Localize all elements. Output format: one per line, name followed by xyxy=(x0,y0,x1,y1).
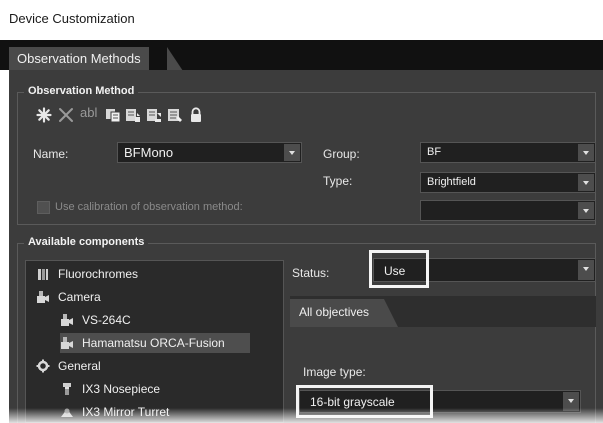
camera-icon xyxy=(61,337,73,349)
type-label: Type: xyxy=(323,174,353,188)
properties-icon[interactable] xyxy=(167,107,183,123)
components-tree[interactable]: Fluorochromes Camera VS-264C Hamamatsu O… xyxy=(25,260,284,423)
tree-item-ix3-nosepiece[interactable]: IX3 Nosepiece xyxy=(60,379,275,399)
copy-icon[interactable] xyxy=(105,107,121,123)
tree-item-label: Hamamatsu ORCA-Fusion xyxy=(82,336,225,350)
name-combo[interactable]: BFMono xyxy=(117,142,302,163)
observation-method-title: Observation Method xyxy=(24,85,139,97)
tree-item-fluorochromes[interactable]: Fluorochromes xyxy=(36,264,276,284)
type-dropdown-arrow[interactable] xyxy=(578,174,594,191)
tree-item-general[interactable]: General xyxy=(36,356,276,376)
camera-icon xyxy=(37,291,49,303)
status-label: Status: xyxy=(292,266,330,280)
calibration-label: Use calibration of observation method: xyxy=(55,201,243,213)
status-highlight-box xyxy=(369,250,429,288)
calibration-combo[interactable] xyxy=(420,200,596,221)
fluorochromes-icon xyxy=(38,269,48,280)
tab-observation-methods[interactable]: Observation Methods xyxy=(9,47,149,71)
mirror-turret-icon xyxy=(61,408,73,417)
tree-item-label: General xyxy=(58,359,101,373)
name-value: BFMono xyxy=(124,145,174,160)
available-components-title: Available components xyxy=(24,236,149,248)
type-combo[interactable]: Brightfield xyxy=(420,172,596,193)
group-dropdown-arrow[interactable] xyxy=(578,144,594,161)
tree-item-vs-264c[interactable]: VS-264C xyxy=(60,310,275,330)
general-icon xyxy=(36,359,50,373)
nosepiece-icon xyxy=(63,383,71,395)
group-label: Group: xyxy=(323,147,360,161)
tree-item-label: Fluorochromes xyxy=(58,267,139,281)
name-dropdown-arrow[interactable] xyxy=(284,144,300,161)
tab-all-objectives-tail xyxy=(384,299,398,327)
tree-item-label: VS-264C xyxy=(82,313,131,327)
rename-abl-icon[interactable]: abl xyxy=(80,105,102,121)
image-type-label: Image type: xyxy=(303,365,366,379)
window-title: Device Customization xyxy=(9,11,135,26)
delete-x-icon[interactable] xyxy=(58,107,74,123)
import-icon[interactable] xyxy=(125,107,141,123)
tree-item-label: IX3 Nosepiece xyxy=(82,382,161,396)
group-value: BF xyxy=(427,146,442,158)
tree-item-label: IX3 Mirror Turret xyxy=(82,405,170,419)
title-bar: Device Customization xyxy=(0,0,603,40)
lock-icon[interactable] xyxy=(188,107,204,123)
tab-observation-methods-tail xyxy=(167,47,183,71)
calibration-checkbox[interactable] xyxy=(37,201,50,214)
group-combo[interactable]: BF xyxy=(420,142,596,163)
type-value: Brightfield xyxy=(427,176,476,188)
tree-item-label: Camera xyxy=(58,290,101,304)
tree-item-hamamatsu-orca-fusion[interactable]: Hamamatsu ORCA-Fusion xyxy=(60,333,250,353)
name-label: Name: xyxy=(33,147,69,161)
image-type-highlight-box xyxy=(296,385,433,418)
export-icon[interactable] xyxy=(146,107,162,123)
image-type-dropdown-arrow[interactable] xyxy=(563,392,579,411)
camera-icon xyxy=(61,314,73,326)
status-dropdown-arrow[interactable] xyxy=(578,260,594,280)
tab-all-objectives[interactable]: All objectives xyxy=(290,299,384,327)
calibration-dropdown-arrow[interactable] xyxy=(578,202,594,219)
new-asterisk-icon[interactable] xyxy=(36,107,52,123)
tree-item-ix3-mirror-turret[interactable]: IX3 Mirror Turret xyxy=(60,402,275,422)
tree-item-camera[interactable]: Camera xyxy=(36,287,276,307)
